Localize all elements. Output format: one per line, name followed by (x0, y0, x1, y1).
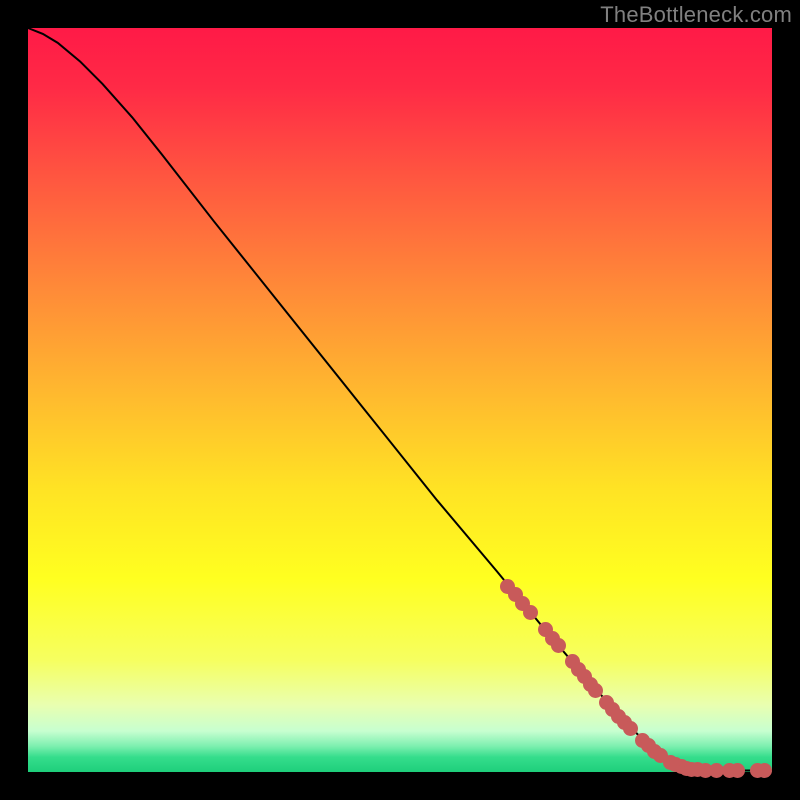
data-point (551, 638, 566, 653)
data-point (588, 683, 603, 698)
line-series (28, 28, 772, 772)
data-point (757, 763, 772, 778)
watermark-text: TheBottleneck.com (600, 2, 792, 28)
data-point (730, 763, 745, 778)
chart-stage: TheBottleneck.com (0, 0, 800, 800)
data-point (523, 605, 538, 620)
plot-area (28, 28, 772, 772)
